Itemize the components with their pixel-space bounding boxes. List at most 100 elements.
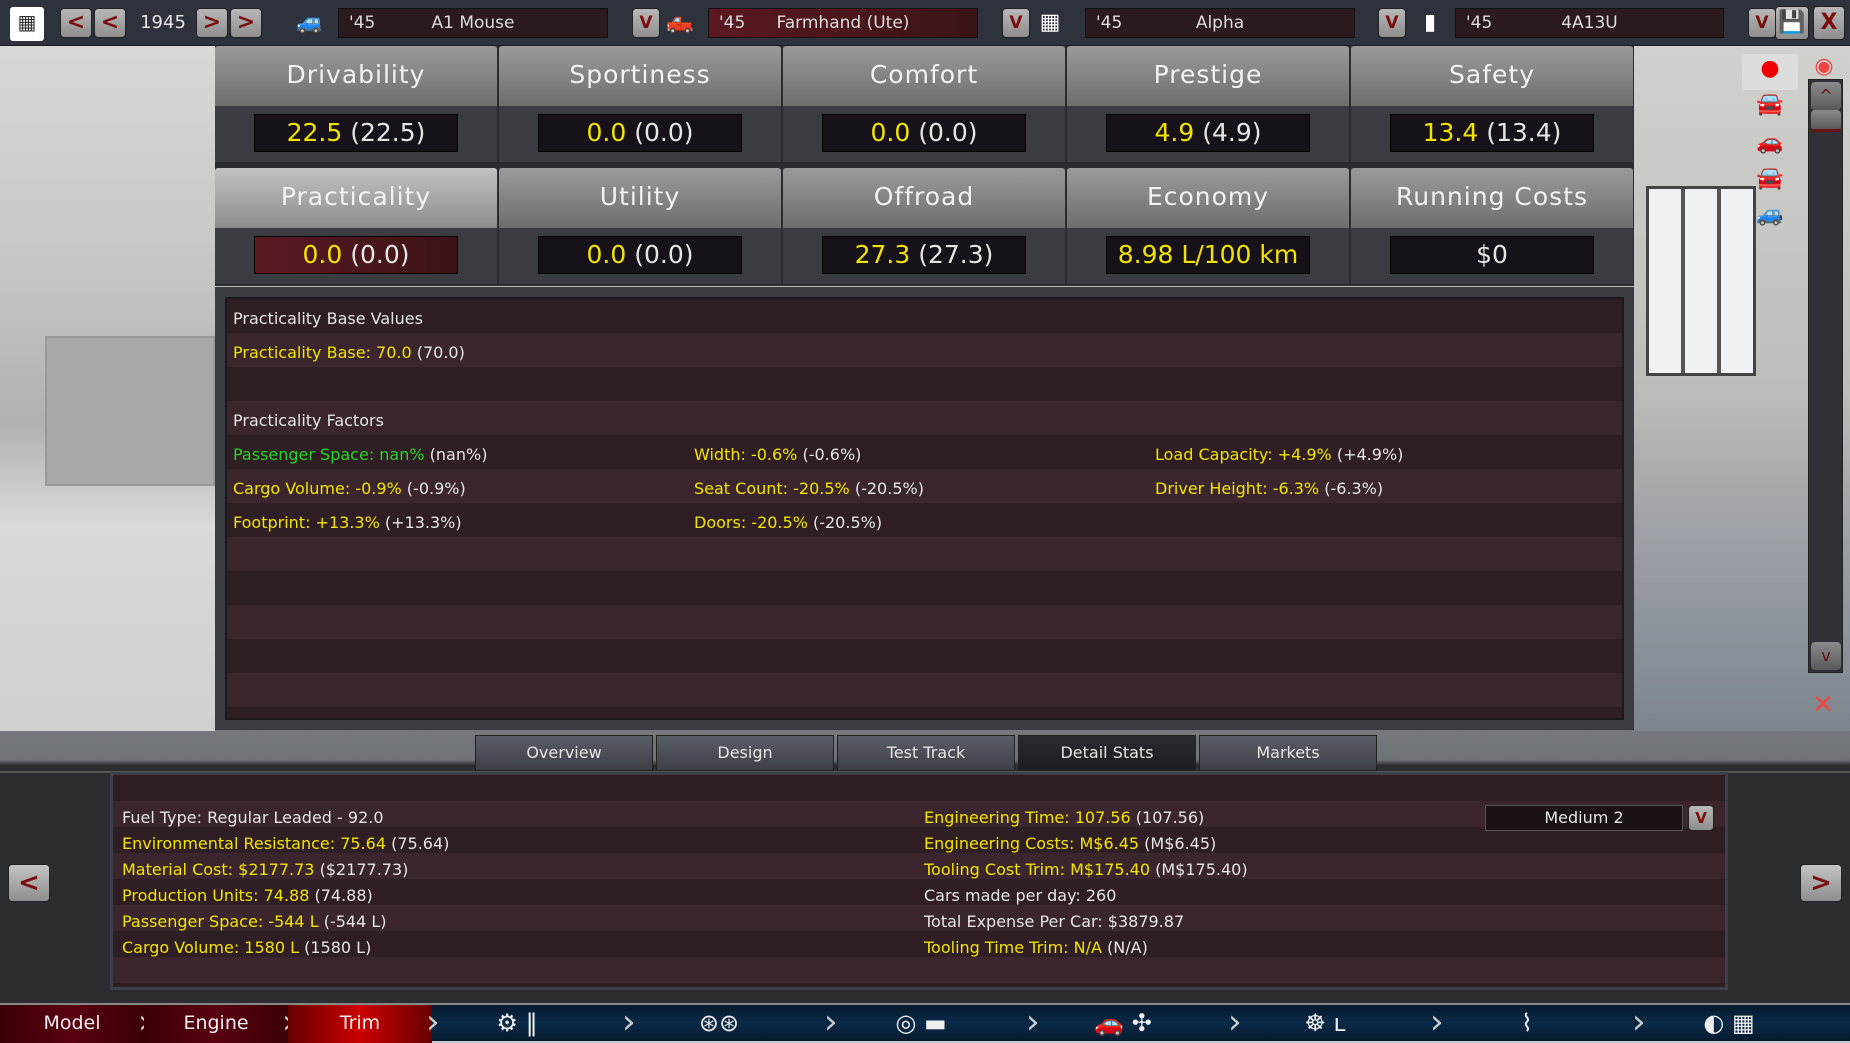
stat-comfort[interactable]: Comfort 0.0 (0.0)	[783, 46, 1065, 162]
scroll-down-button[interactable]: v	[1811, 642, 1841, 670]
stat-value-box: 22.5 (22.5)	[254, 114, 458, 152]
nav-model[interactable]: Model	[0, 1005, 144, 1043]
info-line: Tooling Cost Trim: M$175.40 (M$175.40)	[924, 860, 1248, 879]
selector-year: '45	[1096, 13, 1123, 33]
tab-detail-stats[interactable]: Detail Stats	[1018, 735, 1196, 771]
stat-safety[interactable]: Safety 13.4 (13.4)	[1351, 46, 1633, 162]
engine-variant-icon: ▮	[1423, 10, 1437, 35]
selector-dropdown-button[interactable]: V	[1378, 8, 1406, 38]
stat-economy[interactable]: Economy 8.98 L/100 km	[1067, 168, 1349, 284]
chassis-gearbox-icon[interactable]: ⚙ ‖	[432, 1005, 602, 1043]
info-label: Material Cost: $2177.73	[122, 860, 315, 879]
tab-overview[interactable]: Overview	[475, 735, 653, 771]
year-display: 1945	[140, 12, 186, 33]
close-button[interactable]: X	[1813, 6, 1845, 40]
suspension-icon[interactable]: ⌇	[1442, 1005, 1612, 1043]
info-line: Production Units: 74.88 (74.88)	[122, 886, 373, 905]
selector-dropdown-button[interactable]: V	[632, 8, 660, 38]
view-side-icon[interactable]: 🚗	[1748, 128, 1792, 158]
stat-label: Utility	[499, 168, 781, 228]
tab-markets[interactable]: Markets	[1199, 735, 1377, 771]
factor-previous-value: (-20.5%)	[807, 513, 883, 532]
selector-dropdown-button[interactable]: V	[1748, 8, 1776, 38]
scroll-up-button[interactable]: ^	[1811, 82, 1841, 110]
selector-dropdown-button[interactable]: V	[1002, 8, 1030, 38]
info-previous-value: (M$6.45)	[1139, 834, 1217, 853]
quality-dropdown[interactable]: Medium 2 V	[1485, 805, 1714, 831]
year-back-button[interactable]: <	[94, 8, 126, 38]
car-model-icon: 🚙	[296, 10, 324, 35]
stat-value-box: 13.4 (13.4)	[1390, 114, 1594, 152]
hide-view-icon[interactable]: ✕	[1800, 690, 1846, 720]
eye-icon[interactable]: ◉	[1802, 52, 1846, 82]
quality-value: Medium 2	[1544, 808, 1624, 827]
base-values-title: Practicality Base Values	[233, 309, 423, 328]
stat-sportiness[interactable]: Sportiness 0.0 (0.0)	[499, 46, 781, 162]
info-line: Engineering Costs: M$6.45 (M$6.45)	[924, 834, 1216, 853]
stat-utility[interactable]: Utility 0.0 (0.0)	[499, 168, 781, 284]
factor-label: Width: -0.6%	[694, 445, 798, 464]
side-scrollbar[interactable]: ^ v	[1808, 79, 1843, 673]
stat-running-costs[interactable]: Running Costs $0	[1351, 168, 1633, 284]
info-line: Material Cost: $2177.73 ($2177.73)	[122, 860, 408, 879]
stat-previous-value: (13.4)	[1486, 118, 1562, 147]
info-label: Fuel Type: Regular Leaded - 92.0	[122, 808, 384, 827]
car-aero-icon[interactable]: 🚗 ✣	[1038, 1005, 1208, 1043]
save-button[interactable]: 💾	[1775, 6, 1809, 40]
nav-engine[interactable]: Engine	[144, 1005, 288, 1043]
stat-value-box: 0.0 (0.0)	[538, 236, 742, 274]
factor-label: Load Capacity: +4.9%	[1155, 445, 1332, 464]
year-forward-fast-button[interactable]: >	[230, 8, 262, 38]
design-stage-nav: Model›Engine›Trim›⚙ ‖›⊛⊛›◎ ▬›🚗 ✣›☸ ʟ›⌇›◐…	[0, 1003, 1850, 1043]
scroll-thumb[interactable]	[1811, 110, 1841, 132]
stat-value-box: $0	[1390, 236, 1594, 274]
year-back-fast-button[interactable]: <	[60, 8, 92, 38]
stat-drivability[interactable]: Drivability 22.5 (22.5)	[215, 46, 497, 162]
year-forward-button[interactable]: >	[196, 8, 228, 38]
stat-value: 4.9	[1154, 118, 1195, 147]
practicality-factor: Load Capacity: +4.9% (+4.9%)	[1155, 445, 1403, 464]
info-label: Tooling Time Trim: N/A	[924, 938, 1102, 957]
previous-button[interactable]: <	[8, 864, 50, 902]
wheels-icon[interactable]: ⊛⊛	[634, 1005, 804, 1043]
stat-previous-value: (0.0)	[350, 240, 410, 269]
quality-dropdown-arrow[interactable]: V	[1688, 805, 1714, 831]
camera-record-icon[interactable]: ●	[1742, 54, 1798, 90]
stat-previous-value: (22.5)	[350, 118, 426, 147]
nav-trim[interactable]: Trim	[288, 1005, 432, 1043]
stat-prestige[interactable]: Prestige 4.9 (4.9)	[1067, 46, 1349, 162]
test-drive-icon[interactable]: ◐ ▦	[1644, 1005, 1814, 1043]
factor-label: Cargo Volume: -0.9%	[233, 479, 402, 498]
view-rear-icon[interactable]: 🚘	[1748, 164, 1792, 194]
selector-4[interactable]: '45 4A13U	[1455, 8, 1724, 38]
practicality-factor: Width: -0.6% (-0.6%)	[694, 445, 861, 464]
info-label: Total Expense Per Car: $3879.87	[924, 912, 1185, 931]
info-label: Production Units: 74.88	[122, 886, 310, 905]
next-button[interactable]: >	[1800, 864, 1842, 902]
info-previous-value: (-544 L)	[318, 912, 387, 931]
info-previous-value: (N/A)	[1101, 938, 1148, 957]
tab-test-track[interactable]: Test Track	[837, 735, 1015, 771]
label: Practicality Base: 70.0	[233, 343, 412, 362]
view-front-icon[interactable]: 🚘	[1748, 90, 1792, 120]
practicality-factor: Cargo Volume: -0.9% (-0.9%)	[233, 479, 466, 498]
info-line: Engineering Time: 107.56 (107.56)	[924, 808, 1204, 827]
selector-name: Alpha	[1195, 13, 1245, 33]
info-line: Fuel Type: Regular Leaded - 92.0	[122, 808, 384, 827]
stat-offroad[interactable]: Offroad 27.3 (27.3)	[783, 168, 1065, 284]
tab-design[interactable]: Design	[656, 735, 834, 771]
interior-icon[interactable]: ☸ ʟ	[1240, 1005, 1410, 1043]
stat-label: Comfort	[783, 46, 1065, 106]
stat-value-box: 27.3 (27.3)	[822, 236, 1026, 274]
calendar-icon[interactable]: ▦	[10, 7, 44, 41]
selector-1[interactable]: '45 A1 Mouse	[338, 8, 608, 38]
stat-value: 22.5	[286, 118, 343, 147]
selector-2[interactable]: '45 Farmhand (Ute)	[708, 8, 978, 38]
stat-label: Practicality	[215, 168, 497, 228]
factor-previous-value: (-0.6%)	[797, 445, 862, 464]
view-angle-icon[interactable]: 🚙	[1748, 200, 1792, 230]
selector-name: 4A13U	[1561, 13, 1618, 33]
stat-practicality[interactable]: Practicality 0.0 (0.0)	[215, 168, 497, 284]
selector-3[interactable]: '45 Alpha	[1085, 8, 1355, 38]
fixture-body-icon[interactable]: ◎ ▬	[836, 1005, 1006, 1043]
